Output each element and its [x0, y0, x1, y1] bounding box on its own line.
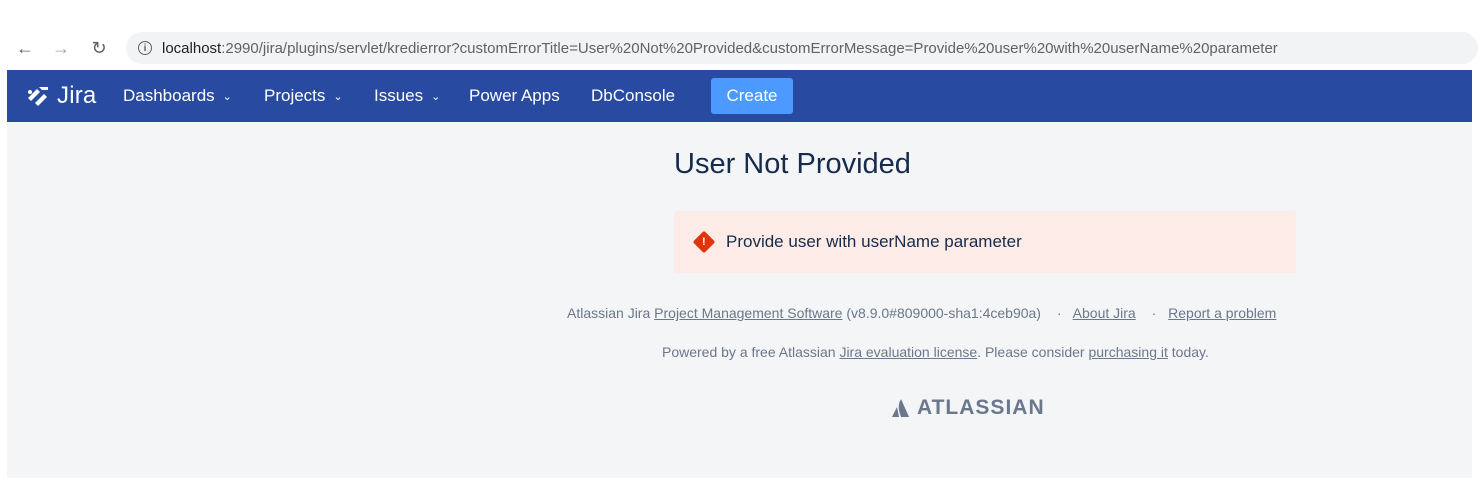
- nav-dbconsole-label: DbConsole: [591, 86, 676, 105]
- error-icon: !: [692, 230, 716, 254]
- footer-text: Powered by a free Atlassian: [662, 344, 840, 360]
- nav-dashboards[interactable]: Dashboards ⌄: [123, 70, 232, 122]
- reload-icon[interactable]: ↻: [86, 28, 112, 68]
- url-text[interactable]: localhost:2990/jira/plugins/servlet/kred…: [162, 40, 1278, 57]
- url-host: localhost: [162, 39, 222, 57]
- atlassian-logo[interactable]: ATLASSIAN: [891, 396, 1045, 420]
- nav-power-apps-label: Power Apps: [469, 86, 560, 105]
- chevron-down-icon: ⌄: [333, 90, 343, 103]
- nav-projects-label: Projects: [264, 86, 326, 105]
- separator: ·: [1056, 305, 1062, 321]
- nav-power-apps[interactable]: Power Apps: [469, 70, 560, 122]
- report-problem-link[interactable]: Report a problem: [1168, 305, 1276, 321]
- nav-issues[interactable]: Issues ⌄: [374, 70, 440, 122]
- address-bar[interactable]: i localhost:2990/jira/plugins/servlet/kr…: [126, 32, 1478, 64]
- nav-projects[interactable]: Projects ⌄: [264, 70, 343, 122]
- create-button[interactable]: Create: [711, 78, 793, 114]
- site-info-icon[interactable]: i: [138, 41, 152, 55]
- nav-issues-label: Issues: [374, 86, 424, 105]
- chevron-down-icon: ⌄: [431, 90, 441, 103]
- forward-icon[interactable]: →: [48, 28, 74, 68]
- top-navigation: Jira Dashboards ⌄ Projects ⌄ Issues ⌄ Po…: [7, 70, 1472, 122]
- error-message-box: ! Provide user with userName parameter: [674, 211, 1296, 273]
- atlassian-logo-icon: [892, 399, 909, 417]
- footer-license-line: Powered by a free Atlassian Jira evaluat…: [662, 344, 1209, 360]
- error-message: Provide user with userName parameter: [726, 232, 1022, 251]
- footer-text: . Please consider: [977, 344, 1089, 360]
- jira-logo-icon: [28, 87, 48, 106]
- browser-toolbar: ← → ↻ i localhost:2990/jira/plugins/serv…: [0, 28, 1484, 68]
- back-icon[interactable]: ←: [12, 28, 38, 68]
- url-path: :2990/jira/plugins/servlet/kredierror?cu…: [221, 39, 1278, 57]
- separator: ·: [1151, 305, 1157, 321]
- jira-app: Jira Dashboards ⌄ Projects ⌄ Issues ⌄ Po…: [7, 70, 1472, 478]
- project-management-software-link[interactable]: Project Management Software: [654, 305, 842, 321]
- purchasing-link[interactable]: purchasing it: [1088, 344, 1167, 360]
- page-title: User Not Provided: [674, 148, 911, 180]
- nav-dashboards-label: Dashboards: [123, 86, 215, 105]
- jira-logo[interactable]: Jira: [25, 82, 96, 110]
- footer-version-line: Atlassian Jira Project Management Softwa…: [567, 305, 1276, 321]
- footer-text: today.: [1167, 344, 1209, 360]
- chevron-down-icon: ⌄: [222, 90, 232, 103]
- evaluation-license-link[interactable]: Jira evaluation license: [839, 344, 977, 360]
- version-text: (v8.9.0#809000-sha1:4ceb90a): [842, 305, 1041, 321]
- about-jira-link[interactable]: About Jira: [1073, 305, 1136, 321]
- footer-text: Atlassian Jira: [567, 305, 655, 321]
- atlassian-brand-text: ATLASSIAN: [917, 396, 1045, 419]
- logo-text: Jira: [57, 82, 97, 109]
- nav-dbconsole[interactable]: DbConsole: [591, 70, 675, 122]
